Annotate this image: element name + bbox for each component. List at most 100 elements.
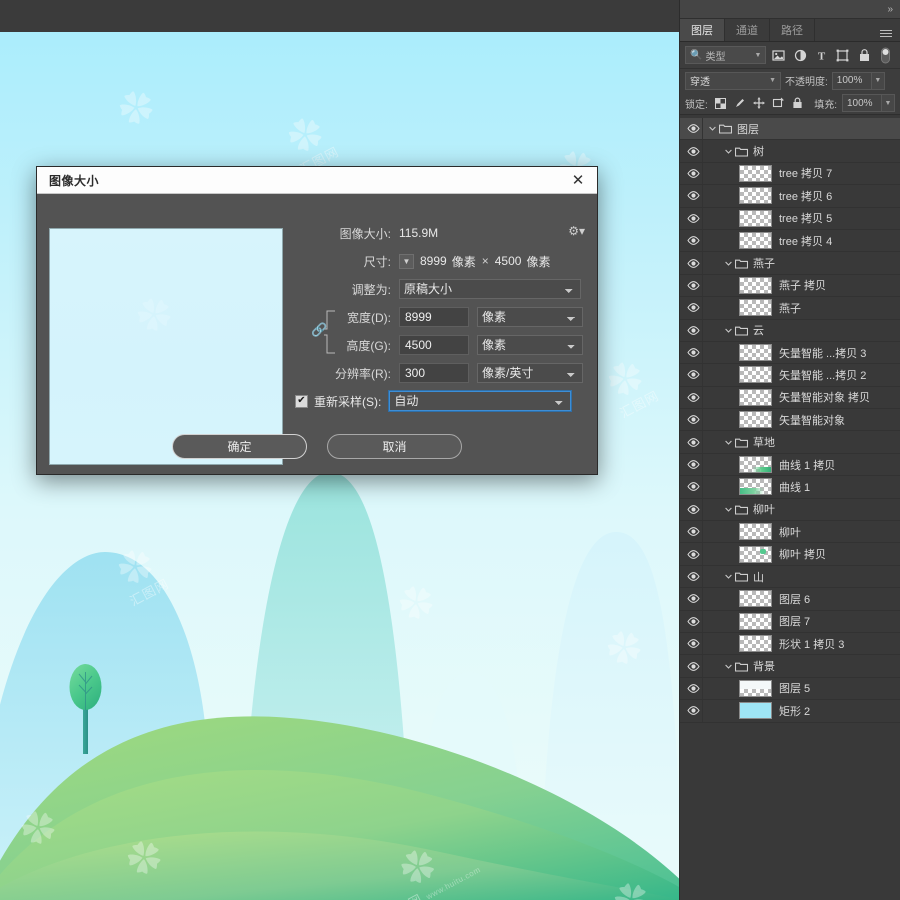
eye-visibility-icon[interactable] (684, 460, 702, 469)
layer-thumbnail[interactable] (739, 679, 772, 697)
layer-row[interactable]: 柳叶 (680, 521, 900, 544)
layer-row[interactable]: 燕子 (680, 297, 900, 320)
lock-transparent-pixels-icon[interactable] (713, 96, 727, 111)
lock-image-pixels-icon[interactable] (732, 96, 746, 111)
eye-visibility-icon[interactable] (684, 504, 702, 514)
tab-channels[interactable]: 通道 (725, 19, 770, 41)
layer-group-row[interactable]: 云 (680, 319, 900, 342)
layer-thumbnail[interactable] (739, 276, 772, 294)
width-unit-select[interactable]: 像素 (477, 307, 583, 327)
layer-thumbnail[interactable] (739, 366, 772, 384)
resolution-input[interactable] (399, 363, 469, 383)
opacity-value[interactable]: 100% (831, 71, 872, 90)
layer-thumbnail[interactable] (739, 164, 772, 182)
image-preview[interactable]: ✿ (49, 228, 283, 465)
fit-to-select[interactable]: 原稿大小 (399, 279, 581, 299)
eye-visibility-icon[interactable] (684, 124, 702, 134)
layer-row[interactable]: 矢量智能对象 (680, 409, 900, 432)
eye-visibility-icon[interactable] (684, 191, 702, 201)
smart-object-filter-icon[interactable] (855, 46, 873, 65)
filter-toggle-switch-icon[interactable] (877, 46, 895, 65)
layer-row[interactable]: 曲线 1 (680, 476, 900, 499)
layer-thumbnail[interactable] (739, 545, 772, 563)
gear-icon[interactable]: ⚙▾ (568, 224, 585, 238)
double-chevron-right-icon[interactable]: » (887, 4, 892, 15)
blend-mode-select[interactable]: 穿透 ▼ (685, 71, 781, 90)
eye-visibility-icon[interactable] (684, 684, 702, 693)
layer-row[interactable]: 图层 7 (680, 610, 900, 633)
image-size-dialog[interactable]: 图像大小 ✕ ✿ ⚙▾ 图像大小: 115.9M 尺寸: ▼ 8999 像素 ×… (36, 166, 598, 475)
chevron-down-icon[interactable] (723, 507, 734, 512)
eye-visibility-icon[interactable] (684, 325, 702, 335)
layer-thumbnail[interactable] (739, 411, 772, 429)
eye-visibility-icon[interactable] (684, 616, 702, 626)
eye-visibility-icon[interactable] (684, 169, 702, 178)
layer-group-row[interactable]: 柳叶 (680, 498, 900, 522)
fill-chevron-down-icon[interactable]: ▼ (881, 94, 895, 112)
layer-group-row[interactable]: 草地 (680, 431, 900, 454)
chevron-down-icon[interactable] (707, 126, 718, 131)
eye-visibility-icon[interactable] (684, 258, 702, 268)
ok-button[interactable]: 确定 (172, 434, 307, 459)
layer-thumbnail[interactable] (739, 232, 772, 250)
layer-row[interactable]: 矩形 2 (680, 700, 900, 723)
layer-row[interactable]: 燕子 拷贝 (680, 274, 900, 298)
layer-group-row[interactable]: 图层 (680, 118, 900, 141)
lock-all-icon[interactable] (791, 96, 805, 111)
layer-thumbnail[interactable] (739, 209, 772, 227)
chevron-down-icon[interactable] (723, 574, 734, 579)
layer-thumbnail[interactable] (739, 299, 772, 317)
cancel-button[interactable]: 取消 (327, 434, 462, 459)
chevron-down-icon[interactable] (723, 261, 734, 266)
layer-row[interactable]: 矢量智能对象 拷贝 (680, 386, 900, 410)
layer-row[interactable]: tree 拷贝 5 (680, 207, 900, 230)
lock-position-icon[interactable] (752, 96, 766, 111)
filter-kind-select[interactable]: 🔍 类型 ▼ (685, 46, 767, 64)
resample-method-select[interactable]: 自动 (388, 390, 573, 412)
link-chain-icon[interactable]: 🔗 (311, 322, 327, 338)
eye-visibility-icon[interactable] (684, 213, 702, 223)
layer-thumbnail[interactable] (739, 635, 772, 653)
adjustment-layer-filter-icon[interactable] (791, 46, 809, 65)
layer-list[interactable]: 图层树 tree 拷贝 7 tree 拷贝 6 tree 拷贝 5 tree 拷贝 4 燕… (680, 118, 900, 900)
layer-group-row[interactable]: 背景 (680, 655, 900, 678)
eye-visibility-icon[interactable] (684, 370, 702, 380)
eye-visibility-icon[interactable] (684, 281, 702, 290)
layer-thumbnail[interactable] (739, 523, 772, 541)
chevron-down-icon[interactable] (723, 328, 734, 333)
eye-visibility-icon[interactable] (684, 572, 702, 581)
chevron-down-icon[interactable] (723, 664, 734, 669)
layer-thumbnail[interactable] (739, 702, 772, 720)
layer-row[interactable]: 矢量智能 ...拷贝 3 (680, 341, 900, 365)
eye-visibility-icon[interactable] (684, 437, 702, 447)
lock-artboard-nesting-icon[interactable] (771, 96, 785, 111)
layer-row[interactable]: tree 拷贝 7 (680, 162, 900, 186)
pixel-layer-filter-icon[interactable] (769, 46, 787, 65)
layer-thumbnail[interactable] (739, 590, 772, 608)
height-input[interactable] (399, 335, 469, 355)
resolution-unit-select[interactable]: 像素/英寸 (477, 363, 583, 383)
tab-layers[interactable]: 图层 (680, 19, 725, 41)
eye-visibility-icon[interactable] (684, 303, 702, 313)
layer-row[interactable]: 图层 6 (680, 588, 900, 611)
eye-visibility-icon[interactable] (684, 594, 702, 604)
eye-visibility-icon[interactable] (684, 482, 702, 492)
opacity-chevron-down-icon[interactable]: ▼ (871, 71, 885, 90)
layer-row[interactable]: tree 拷贝 6 (680, 185, 900, 208)
dimensions-chevron-down-icon[interactable]: ▼ (399, 253, 414, 269)
eye-visibility-icon[interactable] (684, 661, 702, 671)
layer-row[interactable]: 图层 5 (680, 677, 900, 701)
resample-checkbox[interactable]: ✔ (295, 394, 308, 408)
close-icon[interactable]: ✕ (567, 169, 589, 191)
layer-thumbnail[interactable] (739, 456, 772, 474)
layer-row[interactable]: 柳叶 拷贝 (680, 543, 900, 566)
layer-row[interactable]: tree 拷贝 4 (680, 229, 900, 253)
eye-visibility-icon[interactable] (684, 415, 702, 425)
eye-visibility-icon[interactable] (684, 392, 702, 402)
dialog-titlebar[interactable]: 图像大小 ✕ (37, 167, 597, 194)
layer-group-row[interactable]: 树 (680, 140, 900, 163)
type-layer-filter-icon[interactable]: T (812, 46, 830, 65)
eye-visibility-icon[interactable] (684, 236, 702, 246)
layer-thumbnail[interactable] (739, 388, 772, 406)
hamburger-menu-icon[interactable] (872, 19, 900, 41)
